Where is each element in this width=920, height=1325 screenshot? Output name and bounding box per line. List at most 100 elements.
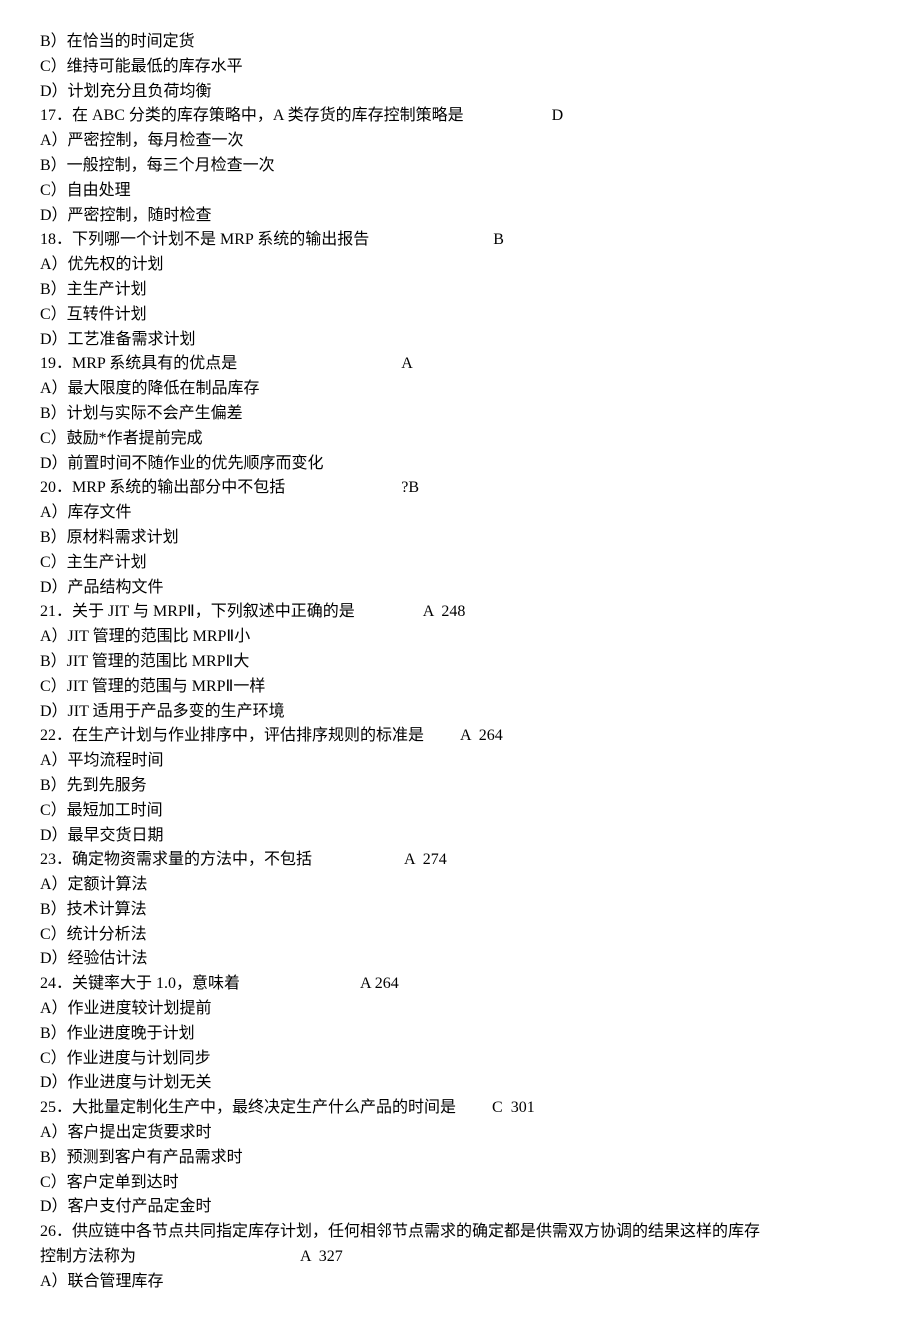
line-text: 22．在生产计划与作业排序中，评估排序规则的标准是 [40,727,424,744]
text-line: D）经验估计法 [40,947,880,972]
text-line: A）JIT 管理的范围比 MRPⅡ小 [40,625,880,650]
text-line: 25．大批量定制化生产中，最终决定生产什么产品的时间是 C 301 [40,1096,880,1121]
gap [424,727,460,744]
text-line: C）统计分析法 [40,923,880,948]
gap [237,355,401,372]
text-line: B）作业进度晚于计划 [40,1022,880,1047]
text-line: 17．在 ABC 分类的库存策略中，A 类存货的库存控制策略是 D [40,104,880,129]
document-body: B）在恰当的时间定货 C）维持可能最低的库存水平 D）计划充分且负荷均衡 17．在 A… [40,30,880,1295]
line-text: C）作业进度与计划同步 [40,1050,211,1067]
line-text: C）最短加工时间 [40,802,163,819]
line-text: A）JIT 管理的范围比 MRPⅡ小 [40,628,250,645]
line-text: D）前置时间不随作业的优先顺序而变化 [40,455,324,472]
text-line: 19．MRP 系统具有的优点是 A [40,352,880,377]
text-line: 23．确定物资需求量的方法中，不包括 A 274 [40,848,880,873]
line-text: B）一般控制，每三个月检查一次 [40,157,275,174]
line-text: D）作业进度与计划无关 [40,1074,212,1091]
line-text: A）客户提出定货要求时 [40,1124,212,1141]
text-line: C）JIT 管理的范围与 MRPⅡ一样 [40,675,880,700]
text-line: B）一般控制，每三个月检查一次 [40,154,880,179]
line-text: C）互转件计划 [40,306,147,323]
line-text: D）产品结构文件 [40,579,164,596]
line-text: B）先到先服务 [40,777,147,794]
line-text: C）维持可能最低的库存水平 [40,58,243,75]
text-line: B）计划与实际不会产生偏差 [40,402,880,427]
text-line: B）技术计算法 [40,898,880,923]
line-text: C）自由处理 [40,182,131,199]
answer: A 264 [460,727,503,744]
line-text: 25．大批量定制化生产中，最终决定生产什么产品的时间是 [40,1099,456,1116]
text-line: B）预测到客户有产品需求时 [40,1146,880,1171]
answer: C 301 [492,1099,535,1116]
text-line: D）最早交货日期 [40,824,880,849]
text-line: D）计划充分且负荷均衡 [40,80,880,105]
text-line: A）严密控制，每月检查一次 [40,129,880,154]
text-line: A）库存文件 [40,501,880,526]
line-text: C）统计分析法 [40,926,147,943]
line-text: D）计划充分且负荷均衡 [40,83,212,100]
text-line: D）产品结构文件 [40,576,880,601]
line-text: A）严密控制，每月检查一次 [40,132,244,149]
line-text: A）库存文件 [40,504,132,521]
line-text: B）主生产计划 [40,281,147,298]
gap [464,107,552,124]
gap [369,231,493,248]
text-line: 21．关于 JIT 与 MRPⅡ，下列叙述中正确的是 A 248 [40,600,880,625]
text-line: 24．关键率大于 1.0，意味着 A 264 [40,972,880,997]
text-line: C）客户定单到达时 [40,1171,880,1196]
line-text: A）作业进度较计划提前 [40,1000,212,1017]
line-text: 20．MRP 系统的输出部分中不包括 [40,479,285,496]
line-text: D）客户支付产品定金时 [40,1198,212,1215]
line-text: B）JIT 管理的范围比 MRPⅡ大 [40,653,249,670]
gap [355,603,423,620]
text-line: A）作业进度较计划提前 [40,997,880,1022]
text-line: B）原材料需求计划 [40,526,880,551]
text-line: C）鼓励*作者提前完成 [40,427,880,452]
line-text: A）定额计算法 [40,876,148,893]
line-text: B）技术计算法 [40,901,147,918]
text-line: D）前置时间不随作业的优先顺序而变化 [40,452,880,477]
answer: A 248 [423,603,466,620]
line-text: A）优先权的计划 [40,256,164,273]
line-text: C）客户定单到达时 [40,1174,179,1191]
text-line: A）平均流程时间 [40,749,880,774]
answer: A 327 [300,1248,343,1265]
line-text: B）预测到客户有产品需求时 [40,1149,243,1166]
answer: D [552,107,564,124]
text-line: B）在恰当的时间定货 [40,30,880,55]
text-line: D）严密控制，随时检查 [40,204,880,229]
gap [285,479,401,496]
line-text: A）联合管理库存 [40,1273,164,1290]
gap [136,1248,300,1265]
line-text: 24．关键率大于 1.0，意味着 [40,975,240,992]
text-line: A）联合管理库存 [40,1270,880,1295]
text-line: C）维持可能最低的库存水平 [40,55,880,80]
line-text: D）JIT 适用于产品多变的生产环境 [40,703,285,720]
line-text: 19．MRP 系统具有的优点是 [40,355,237,372]
text-line: A）客户提出定货要求时 [40,1121,880,1146]
line-text: B）原材料需求计划 [40,529,179,546]
line-text: 21．关于 JIT 与 MRPⅡ，下列叙述中正确的是 [40,603,355,620]
line-text: B）在恰当的时间定货 [40,33,195,50]
text-line: A）最大限度的降低在制品库存 [40,377,880,402]
line-text: A）平均流程时间 [40,752,164,769]
text-line: 26．供应链中各节点共同指定库存计划，任何相邻节点需求的确定都是供需双方协调的结… [40,1220,880,1245]
line-text: 18．下列哪一个计划不是 MRP 系统的输出报告 [40,231,369,248]
text-line: A）定额计算法 [40,873,880,898]
line-text: 23．确定物资需求量的方法中，不包括 [40,851,312,868]
text-line: C）互转件计划 [40,303,880,328]
text-line: A）优先权的计划 [40,253,880,278]
line-text: C）主生产计划 [40,554,147,571]
text-line: D）作业进度与计划无关 [40,1071,880,1096]
text-line: C）主生产计划 [40,551,880,576]
answer: B [493,231,504,248]
line-text: 17．在 ABC 分类的库存策略中，A 类存货的库存控制策略是 [40,107,464,124]
line-text: B）作业进度晚于计划 [40,1025,195,1042]
text-line: D）JIT 适用于产品多变的生产环境 [40,700,880,725]
line-text: D）严密控制，随时检查 [40,207,212,224]
line-text: 26．供应链中各节点共同指定库存计划，任何相邻节点需求的确定都是供需双方协调的结… [40,1223,760,1240]
answer: ?B [401,479,419,496]
answer: A 274 [404,851,447,868]
text-line: C）自由处理 [40,179,880,204]
text-line: C）最短加工时间 [40,799,880,824]
